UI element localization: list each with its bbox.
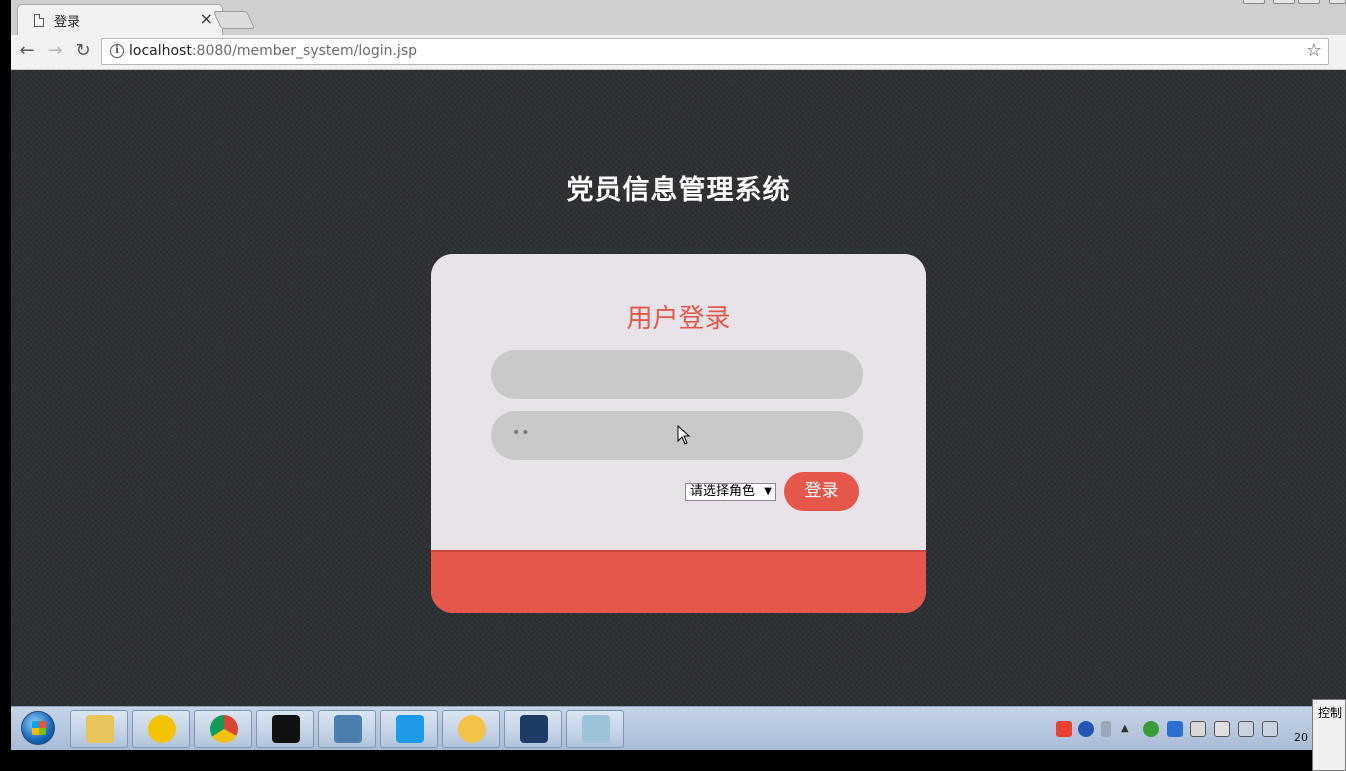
url-path: :8080/member_system/login.jsp [191,43,418,59]
close-window-button[interactable] [1329,0,1346,4]
usb-icon[interactable] [1214,721,1230,737]
help-icon[interactable] [1078,721,1094,737]
tray-expand-icon[interactable]: ▲ [1121,723,1137,739]
security-shield-icon[interactable] [1167,721,1183,737]
username-input[interactable] [491,350,863,399]
forward-icon[interactable]: → [44,40,66,62]
image-viewer-icon [334,715,362,743]
tab-title: 登录 [54,15,81,30]
role-select-value: 请选择角色 [690,484,756,499]
address-bar[interactable]: i localhost:8080/member_system/login.jsp… [101,38,1329,65]
taskbar-button[interactable] [566,710,624,748]
taskbar-button[interactable] [256,710,314,748]
tab-login[interactable]: 登录 × [17,4,223,35]
back-icon[interactable]: ← [16,40,38,62]
tray-small-icon[interactable] [1101,721,1111,737]
browser-tray-icon[interactable] [1143,721,1159,737]
taskbar: ▲ 20 [11,706,1346,750]
restore-button[interactable] [1273,0,1295,4]
clock[interactable]: 20 [1294,731,1308,744]
taskbar-button[interactable] [442,710,500,748]
screen-left-edge [0,0,11,771]
wps-icon [396,715,424,743]
taskbar-button[interactable] [132,710,190,748]
notepad-icon [582,715,610,743]
tab-close-icon[interactable]: × [200,9,213,28]
login-button[interactable]: 登录 [784,472,859,511]
login-heading: 用户登录 [626,304,731,334]
dropdown-arrow-icon: ▼ [764,486,772,497]
volume-icon[interactable] [1262,721,1278,737]
browser-chrome: 登录 × ← → ↻ i localhost:8080/member_syste… [11,0,1346,70]
login-card-footer [431,550,926,613]
reload-icon[interactable]: ↻ [72,40,94,62]
mute-icon[interactable] [1190,721,1206,737]
taskbar-button[interactable] [194,710,252,748]
screen-bottom-edge [0,750,1346,771]
ime-icon[interactable] [1056,721,1072,737]
control-panel-popup[interactable]: 控制 [1312,699,1346,771]
maximize-button[interactable] [1298,0,1320,4]
taskbar-button[interactable] [318,710,376,748]
page-viewport: 党员信息管理系统 用户登录 •• 请选择角色 ▼ 登录 [11,70,1346,706]
url-host: localhost [129,43,192,59]
eclipse-like-icon [520,715,548,743]
taskbar-button[interactable] [380,710,438,748]
system-title: 党员信息管理系统 [566,175,791,206]
password-value: •• [512,425,531,441]
tab-strip: 登录 × [11,0,1346,35]
site-info-icon[interactable]: i [110,44,124,58]
login-card-body: 用户登录 •• 请选择角色 ▼ 登录 [431,254,926,550]
browser-toolbar: ← → ↻ i localhost:8080/member_system/log… [11,35,1346,70]
file-explorer-icon [86,715,114,743]
network-icon[interactable] [1238,721,1254,737]
music-player-icon [148,715,176,743]
minimize-button[interactable] [1243,0,1265,4]
page-icon [34,14,44,27]
bookmark-star-icon[interactable]: ☆ [1306,40,1322,61]
role-select[interactable]: 请选择角色 ▼ [685,483,776,501]
command-prompt-icon [272,715,300,743]
chat-app-icon [458,715,486,743]
url-text: localhost:8080/member_system/login.jsp [129,43,417,59]
taskbar-button[interactable] [504,710,562,748]
control-panel-title: 控制 [1318,706,1343,720]
mouse-cursor-icon [677,425,691,445]
new-tab-button[interactable] [212,11,256,29]
taskbar-button[interactable] [70,710,128,748]
start-button[interactable] [21,711,55,745]
chrome-icon [210,715,238,743]
